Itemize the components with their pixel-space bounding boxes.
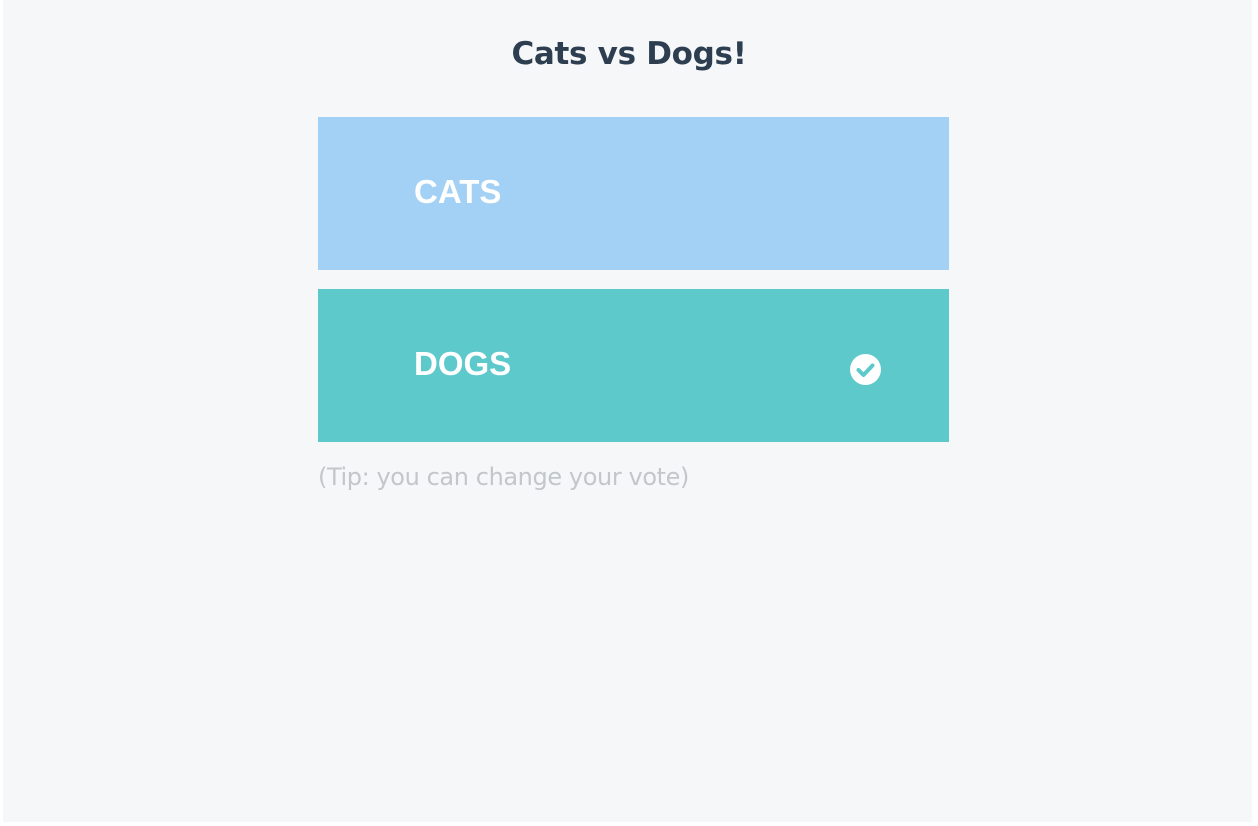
check-circle-icon — [850, 354, 881, 385]
vote-option-dogs[interactable]: DOGS — [318, 289, 949, 442]
page-title: Cats vs Dogs! — [511, 36, 747, 72]
vote-option-label: CATS — [414, 173, 502, 210]
tip-text: (Tip: you can change your vote) — [318, 463, 689, 491]
vote-option-cats[interactable]: CATS — [318, 117, 949, 270]
vote-option-label: DOGS — [414, 345, 512, 382]
